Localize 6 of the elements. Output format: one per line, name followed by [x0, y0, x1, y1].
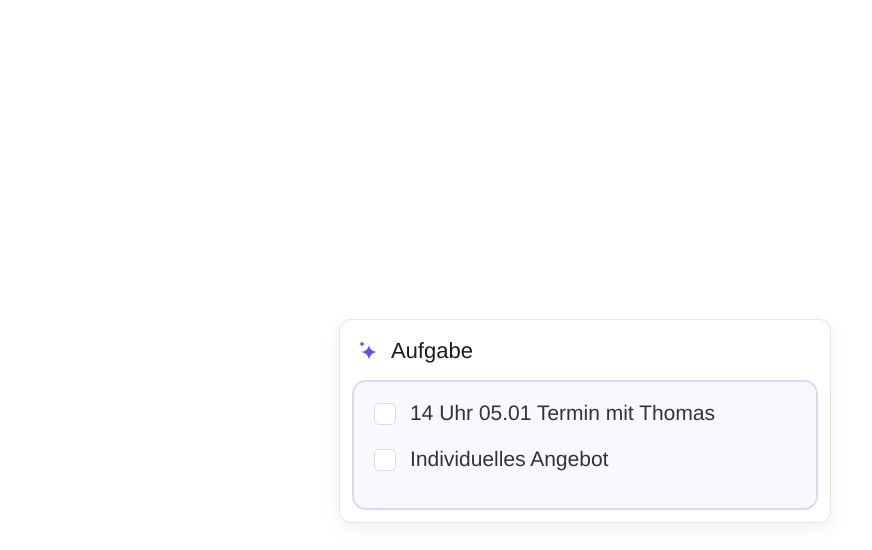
task-label: 14 Uhr 05.01 Termin mit Thomas — [410, 402, 716, 426]
card-title: Aufgabe — [391, 338, 473, 364]
checkbox[interactable] — [374, 449, 396, 471]
checkbox[interactable] — [374, 403, 396, 425]
sparkle-icon — [357, 340, 379, 362]
task-label: Individuelles Angebot — [410, 448, 608, 472]
